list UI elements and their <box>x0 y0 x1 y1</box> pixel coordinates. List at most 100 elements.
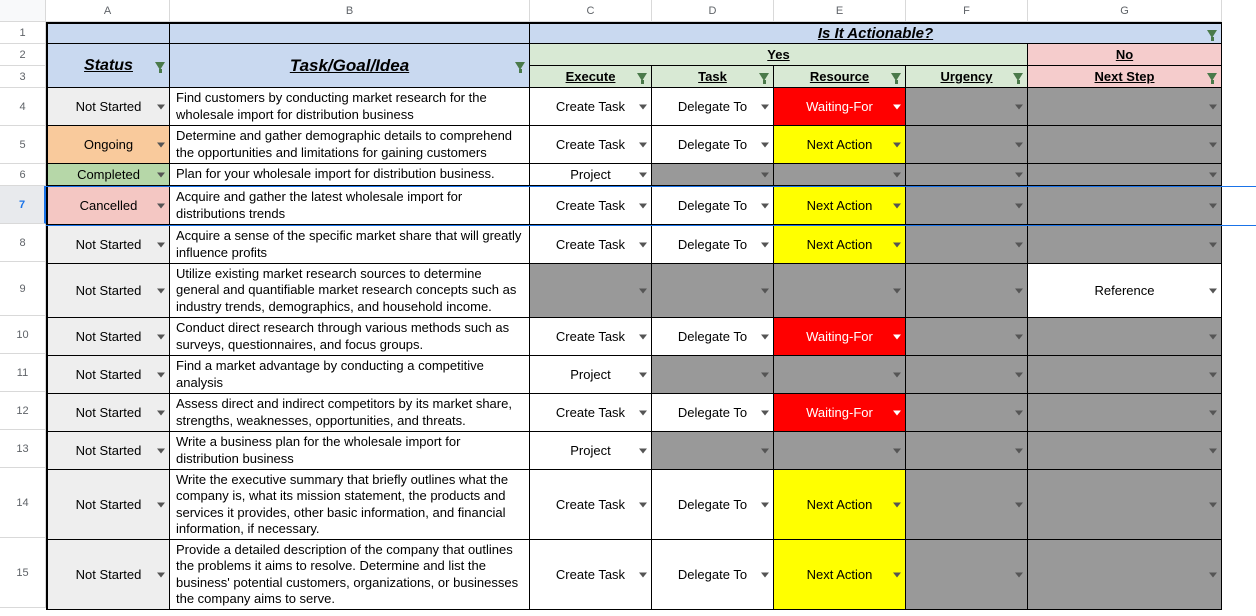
execute-cell[interactable]: Create Task <box>530 470 652 540</box>
dropdown-icon[interactable] <box>1209 104 1217 109</box>
next-step-cell[interactable] <box>1028 432 1222 470</box>
dropdown-icon[interactable] <box>157 288 165 293</box>
task-cell[interactable]: Acquire a sense of the specific market s… <box>170 226 530 264</box>
task-cell[interactable]: Find customers by conducting market rese… <box>170 88 530 126</box>
column-header-E[interactable]: E <box>774 0 906 22</box>
dropdown-icon[interactable] <box>761 242 769 247</box>
urgency-cell[interactable] <box>906 264 1028 318</box>
next-step-cell[interactable] <box>1028 88 1222 126</box>
row-header-6[interactable]: 6 <box>0 164 46 186</box>
column-header-G[interactable]: G <box>1028 0 1222 22</box>
delegate-cell[interactable] <box>652 356 774 394</box>
dropdown-icon[interactable] <box>1209 172 1217 177</box>
dropdown-icon[interactable] <box>761 372 769 377</box>
row-header-10[interactable]: 10 <box>0 316 46 354</box>
delegate-cell[interactable]: Delegate To <box>652 470 774 540</box>
execute-cell[interactable] <box>530 264 652 318</box>
dropdown-icon[interactable] <box>893 502 901 507</box>
dropdown-icon[interactable] <box>1209 242 1217 247</box>
status-cell[interactable]: Cancelled <box>46 187 170 225</box>
dropdown-icon[interactable] <box>1015 572 1023 577</box>
execute-cell[interactable]: Create Task <box>530 318 652 356</box>
execute-cell[interactable]: Create Task <box>530 540 652 610</box>
filter-icon[interactable] <box>759 73 769 81</box>
row-header-5[interactable]: 5 <box>0 126 46 164</box>
dropdown-icon[interactable] <box>639 242 647 247</box>
row-header-13[interactable]: 13 <box>0 430 46 468</box>
dropdown-icon[interactable] <box>761 203 769 208</box>
dropdown-icon[interactable] <box>639 203 647 208</box>
dropdown-icon[interactable] <box>893 142 901 147</box>
dropdown-icon[interactable] <box>1015 334 1023 339</box>
urgency-cell[interactable] <box>906 540 1028 610</box>
execute-cell[interactable]: Create Task <box>530 126 652 164</box>
delegate-cell[interactable]: Delegate To <box>652 88 774 126</box>
dropdown-icon[interactable] <box>639 372 647 377</box>
task-cell[interactable]: Utilize existing market research sources… <box>170 264 530 318</box>
task-cell[interactable]: Plan for your wholesale import for distr… <box>170 164 530 186</box>
dropdown-icon[interactable] <box>761 104 769 109</box>
urgency-cell[interactable] <box>906 226 1028 264</box>
dropdown-icon[interactable] <box>1015 502 1023 507</box>
next-step-cell[interactable] <box>1028 164 1222 186</box>
dropdown-icon[interactable] <box>1209 288 1217 293</box>
dropdown-icon[interactable] <box>1015 104 1023 109</box>
dropdown-icon[interactable] <box>157 372 165 377</box>
row-header-8[interactable]: 8 <box>0 224 46 262</box>
urgency-cell[interactable] <box>906 356 1028 394</box>
dropdown-icon[interactable] <box>1209 502 1217 507</box>
urgency-cell[interactable] <box>906 318 1028 356</box>
dropdown-icon[interactable] <box>639 172 647 177</box>
row-header-15[interactable]: 15 <box>0 538 46 608</box>
filter-icon[interactable] <box>155 62 165 70</box>
dropdown-icon[interactable] <box>761 334 769 339</box>
dropdown-icon[interactable] <box>893 288 901 293</box>
task-cell[interactable]: Determine and gather demographic details… <box>170 126 530 164</box>
next-step-cell[interactable] <box>1028 394 1222 432</box>
dropdown-icon[interactable] <box>893 448 901 453</box>
resource-cell[interactable]: Next Action <box>774 126 906 164</box>
dropdown-icon[interactable] <box>893 242 901 247</box>
status-cell[interactable]: Not Started <box>46 226 170 264</box>
resource-cell[interactable]: Waiting-For <box>774 318 906 356</box>
execute-cell[interactable]: Create Task <box>530 187 652 225</box>
dropdown-icon[interactable] <box>157 334 165 339</box>
status-cell[interactable]: Not Started <box>46 470 170 540</box>
dropdown-icon[interactable] <box>1015 172 1023 177</box>
dropdown-icon[interactable] <box>893 203 901 208</box>
row-header-11[interactable]: 11 <box>0 354 46 392</box>
task-cell[interactable]: Write a business plan for the wholesale … <box>170 432 530 470</box>
row-header-14[interactable]: 14 <box>0 468 46 538</box>
row-header-7[interactable]: 7 <box>0 186 46 224</box>
urgency-cell[interactable] <box>906 394 1028 432</box>
dropdown-icon[interactable] <box>761 572 769 577</box>
dropdown-icon[interactable] <box>761 502 769 507</box>
delegate-cell[interactable]: Delegate To <box>652 394 774 432</box>
urgency-cell[interactable] <box>906 432 1028 470</box>
dropdown-icon[interactable] <box>157 242 165 247</box>
resource-cell[interactable]: Next Action <box>774 187 906 225</box>
delegate-cell[interactable] <box>652 264 774 318</box>
resource-cell[interactable] <box>774 164 906 186</box>
delegate-cell[interactable]: Delegate To <box>652 540 774 610</box>
dropdown-icon[interactable] <box>1209 410 1217 415</box>
next-step-cell[interactable] <box>1028 226 1222 264</box>
next-step-cell[interactable] <box>1028 126 1222 164</box>
execute-cell[interactable]: Project <box>530 432 652 470</box>
select-all-corner[interactable] <box>0 0 46 22</box>
resource-cell[interactable]: Waiting-For <box>774 88 906 126</box>
resource-cell[interactable] <box>774 432 906 470</box>
next-step-cell[interactable] <box>1028 356 1222 394</box>
urgency-cell[interactable] <box>906 126 1028 164</box>
resource-cell[interactable]: Next Action <box>774 226 906 264</box>
status-cell[interactable]: Not Started <box>46 432 170 470</box>
column-header-B[interactable]: B <box>170 0 530 22</box>
filter-icon[interactable] <box>1207 73 1217 81</box>
dropdown-icon[interactable] <box>639 448 647 453</box>
next-step-cell[interactable]: Reference <box>1028 264 1222 318</box>
dropdown-icon[interactable] <box>639 502 647 507</box>
status-cell[interactable]: Ongoing <box>46 126 170 164</box>
execute-cell[interactable]: Create Task <box>530 226 652 264</box>
dropdown-icon[interactable] <box>1209 142 1217 147</box>
next-step-cell[interactable] <box>1028 318 1222 356</box>
